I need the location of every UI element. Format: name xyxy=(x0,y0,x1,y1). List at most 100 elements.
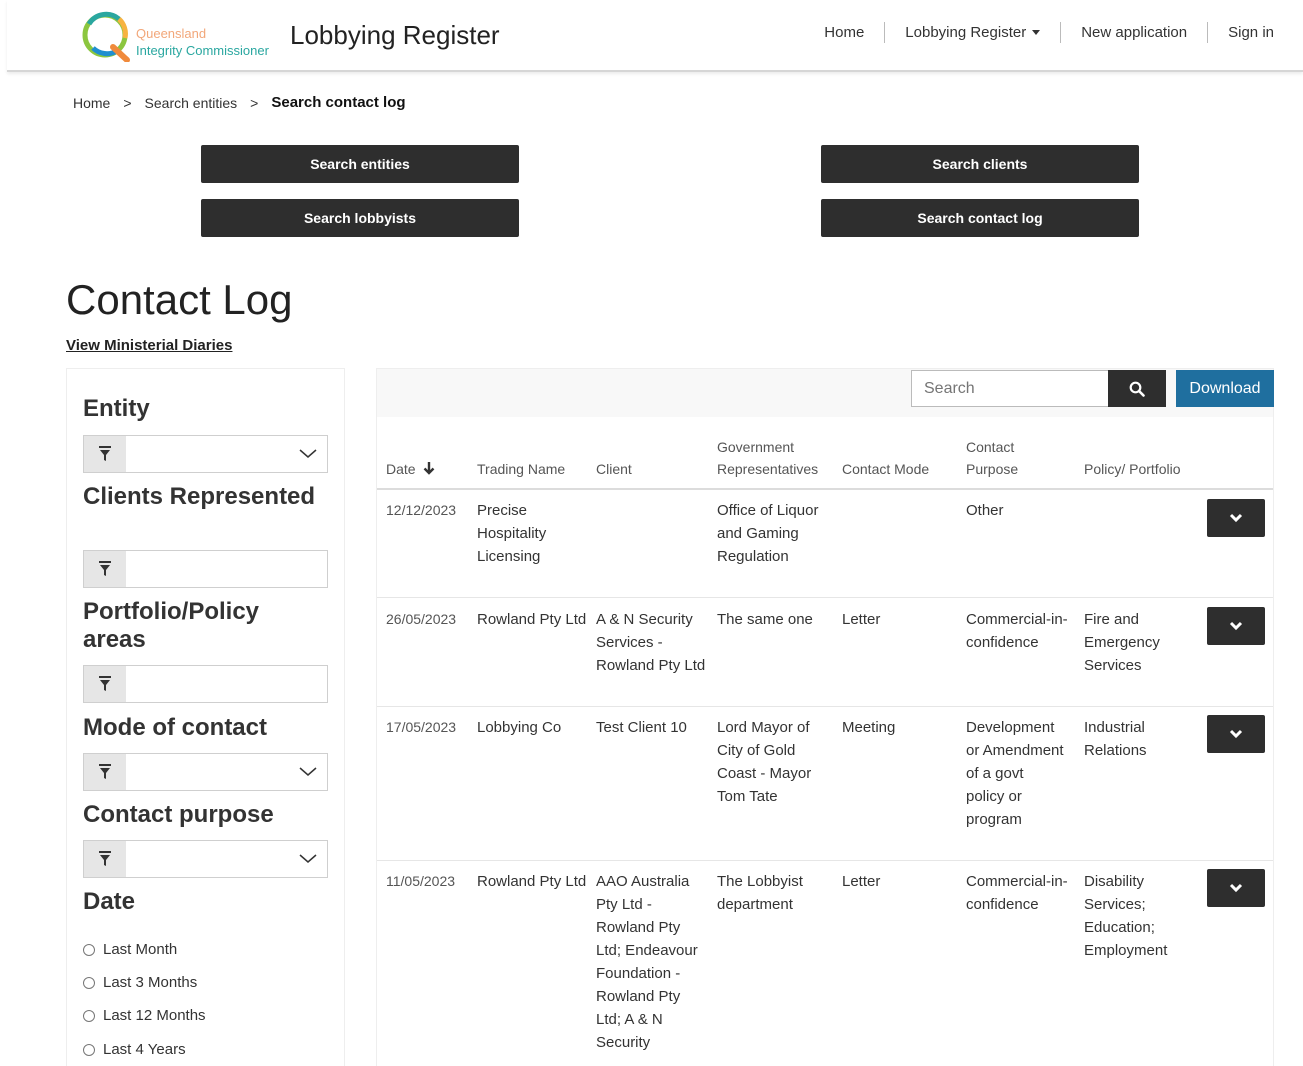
breadcrumb-separator: > xyxy=(250,94,259,111)
column-header-client[interactable]: Client xyxy=(596,458,632,480)
breadcrumb: Home > Search entities > Search contact … xyxy=(73,94,406,111)
download-button[interactable]: Download xyxy=(1176,370,1274,407)
chevron-down-icon xyxy=(1229,513,1243,523)
search-input[interactable] xyxy=(911,370,1109,407)
radio-circle-icon xyxy=(83,1043,95,1056)
cell-client: A & N Security Services - Rowland Pty Lt… xyxy=(596,611,706,674)
row-divider xyxy=(377,860,1273,861)
nav-sign-in[interactable]: Sign in xyxy=(1207,22,1281,43)
row-expand-button[interactable] xyxy=(1207,607,1265,645)
row-expand-button[interactable] xyxy=(1207,499,1265,537)
main-nav: Home Lobbying Register New application S… xyxy=(804,22,1281,43)
cell-trading-name: Rowland Pty Ltd xyxy=(477,873,587,890)
page-title: Contact Log xyxy=(66,276,293,323)
cell-purpose: Other xyxy=(966,502,1004,519)
column-header-purpose-line2: Purpose xyxy=(966,461,1019,477)
filter-icon xyxy=(84,754,126,790)
date-option-label: Last 3 Months xyxy=(103,974,198,991)
column-header-contact-mode[interactable]: Contact Mode xyxy=(842,458,929,480)
logo-text-line2: Integrity Commissioner xyxy=(136,43,269,58)
date-option-last-3-months[interactable]: Last 3 Months xyxy=(83,974,197,991)
date-option-last-4-years[interactable]: Last 4 Years xyxy=(83,1041,186,1058)
sort-arrow-down-icon xyxy=(424,462,435,475)
cell-contact-mode: Letter xyxy=(842,873,881,890)
site-header: Queensland Integrity Commissioner Lobbyi… xyxy=(7,0,1303,72)
cell-contact-mode: Meeting xyxy=(842,719,896,736)
logo-mark-icon xyxy=(82,11,130,62)
cell-policy: Disability Services; Education; Employme… xyxy=(1084,873,1168,959)
breadcrumb-search-entities[interactable]: Search entities xyxy=(145,95,238,111)
column-header-gov-reps-line1: Government xyxy=(717,439,795,455)
cell-gov-reps: Lord Mayor of City of Gold Coast - Mayor… xyxy=(717,719,812,805)
cell-gov-reps: The same one xyxy=(717,611,813,628)
chevron-down-icon xyxy=(299,767,317,776)
date-option-label: Last Month xyxy=(103,941,178,958)
breadcrumb-home[interactable]: Home xyxy=(73,95,110,111)
cell-gov-reps: The Lobbyist department xyxy=(717,873,803,913)
search-entities-button[interactable]: Search entities xyxy=(201,145,519,183)
portfolio-filter-input[interactable] xyxy=(83,665,328,703)
cell-gov-reps: Office of Liquor and Gaming Regulation xyxy=(717,502,819,565)
cell-trading-name: Rowland Pty Ltd xyxy=(477,611,587,628)
filter-label-date: Date xyxy=(83,888,136,915)
row-expand-button[interactable] xyxy=(1207,869,1265,907)
date-option-last-month[interactable]: Last Month xyxy=(83,941,177,958)
nav-lobbying-register[interactable]: Lobbying Register xyxy=(884,22,1060,43)
filter-label-entity: Entity xyxy=(83,395,150,422)
column-header-date-label: Date xyxy=(386,461,416,477)
filter-icon xyxy=(84,551,126,587)
filter-icon xyxy=(84,841,126,877)
logo-text-line1: Queensland xyxy=(136,26,207,41)
cell-date: 12/12/2023 xyxy=(386,502,457,518)
cell-purpose: Commercial-in-confidence xyxy=(966,873,1068,913)
qic-logo[interactable]: Queensland Integrity Commissioner xyxy=(79,10,279,62)
entity-select[interactable] xyxy=(83,435,328,473)
cell-policy: Industrial Relations xyxy=(1084,719,1147,759)
search-contact-log-button[interactable]: Search contact log xyxy=(821,199,1139,237)
radio-circle-icon xyxy=(83,943,95,956)
clients-filter-input[interactable] xyxy=(83,550,328,588)
search-button[interactable] xyxy=(1108,370,1166,407)
chevron-down-icon xyxy=(1229,883,1243,893)
date-option-label: Last 12 Months xyxy=(103,1007,206,1024)
nav-home[interactable]: Home xyxy=(804,22,884,43)
column-header-purpose-line1: Contact xyxy=(966,439,1015,455)
search-lobbyists-button[interactable]: Search lobbyists xyxy=(201,199,519,237)
column-header-policy[interactable]: Policy/ Portfolio xyxy=(1084,458,1180,480)
column-header-gov-reps[interactable]: Government Representatives xyxy=(717,436,818,480)
cell-purpose: Development or Amendment of a govt polic… xyxy=(966,719,1064,828)
filter-label-portfolio: Portfolio/Policy areas xyxy=(83,598,260,653)
chevron-down-icon xyxy=(299,854,317,863)
row-divider xyxy=(377,597,1273,598)
filter-label-purpose: Contact purpose xyxy=(83,801,274,828)
column-header-gov-reps-line2: Representatives xyxy=(717,461,819,477)
search-clients-button[interactable]: Search clients xyxy=(821,145,1139,183)
chevron-down-icon xyxy=(299,449,317,458)
nav-new-application[interactable]: New application xyxy=(1060,22,1207,43)
filter-sidebar: Entity Clients Represented Portfolio/Pol… xyxy=(66,368,345,1066)
row-divider xyxy=(377,706,1273,707)
cell-date: 11/05/2023 xyxy=(386,873,456,889)
cell-purpose: Commercial-in-confidence xyxy=(966,611,1068,651)
cell-policy: Fire and Emergency Services xyxy=(1084,611,1160,674)
table-header-divider xyxy=(377,488,1273,490)
caret-down-icon xyxy=(1032,30,1041,35)
cell-client: AAO Australia Pty Ltd - Rowland Pty Ltd;… xyxy=(596,873,698,1051)
search-icon xyxy=(1129,381,1145,397)
cell-date: 26/05/2023 xyxy=(386,611,457,627)
date-option-label: Last 4 Years xyxy=(103,1041,186,1058)
column-header-date[interactable]: Date xyxy=(386,458,435,480)
site-title[interactable]: Lobbying Register xyxy=(290,20,500,51)
chevron-down-icon xyxy=(1229,729,1243,739)
date-option-last-12-months[interactable]: Last 12 Months xyxy=(83,1007,206,1024)
radio-circle-icon xyxy=(83,1009,95,1022)
filter-icon xyxy=(84,666,126,702)
contact-purpose-select[interactable] xyxy=(83,840,328,878)
column-header-purpose[interactable]: Contact Purpose xyxy=(966,436,1018,480)
row-expand-button[interactable] xyxy=(1207,715,1265,753)
contact-log-panel: Download Date Trading Name Client Govern… xyxy=(376,368,1274,1066)
mode-of-contact-select[interactable] xyxy=(83,753,328,791)
column-header-trading-name[interactable]: Trading Name xyxy=(477,458,565,480)
view-ministerial-diaries-link[interactable]: View Ministerial Diaries xyxy=(66,337,232,354)
cell-contact-mode: Letter xyxy=(842,611,881,628)
